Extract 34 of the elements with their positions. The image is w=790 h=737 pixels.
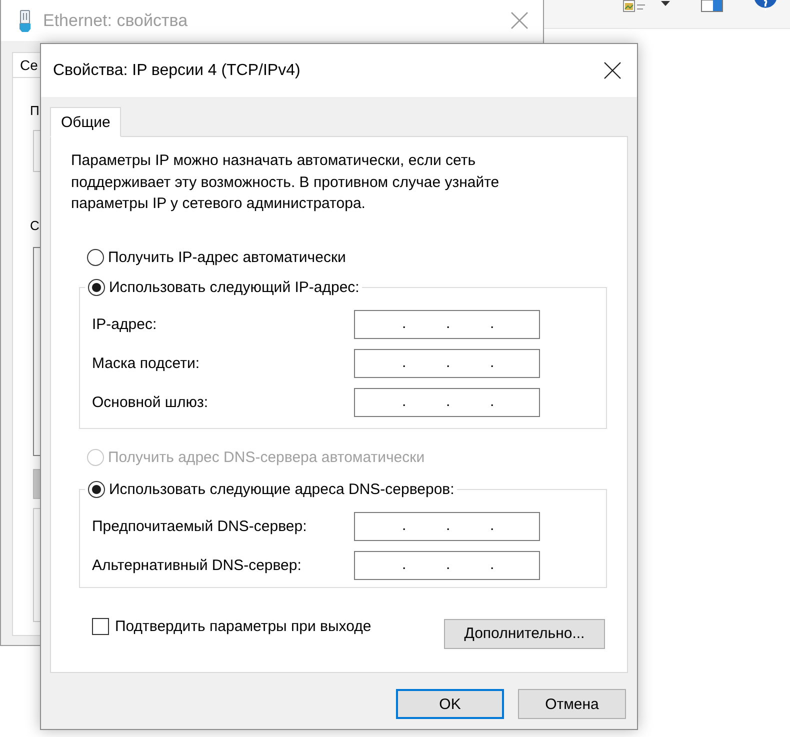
field-label: Альтернативный DNS-сервер:	[92, 556, 302, 574]
tab[interactable]: Общие	[50, 107, 122, 137]
close-button[interactable]	[604, 62, 621, 79]
window-title: Ethernet: свойства	[43, 10, 188, 30]
ip-address-field[interactable]: . . .	[354, 388, 540, 416]
picture-list-icon[interactable]	[623, 0, 645, 13]
tab[interactable]: Се	[12, 52, 40, 77]
field-label: Основной шлюз:	[92, 394, 210, 410]
dialog-button[interactable]: OK	[396, 689, 504, 719]
ip-address-field[interactable]: . . .	[354, 348, 540, 378]
close-icon	[604, 62, 621, 79]
close-icon	[511, 12, 528, 29]
panel-icon[interactable]	[701, 0, 723, 12]
section-label: С	[30, 218, 40, 234]
radio-button[interactable]: Получить IP-адрес автоматически	[87, 248, 607, 268]
field-label: Маска подсети:	[92, 354, 201, 372]
help-icon[interactable]	[754, 0, 777, 13]
ip-address-field[interactable]: . . .	[354, 310, 540, 338]
dialog-button[interactable]: Отмена	[518, 689, 626, 719]
advanced-button[interactable]: Дополнительно...	[444, 618, 605, 648]
text-box	[33, 130, 40, 172]
description-text: Параметры IP можно назначать автоматически, если сеть поддерживает эту возможность. В противном случае узнайте параметры IP у сетевого администратора.	[71, 151, 500, 214]
field-label: IP-адрес:	[92, 316, 158, 332]
ip-address-field[interactable]: . . .	[354, 512, 540, 540]
ip-address-field[interactable]: . . .	[354, 550, 540, 580]
window-title: Свойства: IP версии 4 (TCP/IPv4)	[53, 62, 300, 80]
section-label: П	[30, 103, 40, 119]
radio-button[interactable]: Использовать следующий IP-адрес:	[88, 278, 360, 298]
radio-button[interactable]: Использовать следующие адреса DNS-серверов:	[88, 480, 454, 500]
caret-icon[interactable]	[661, 1, 670, 6]
field-label: Предпочитаемый DNS-сервер:	[92, 518, 308, 534]
list-box[interactable]	[33, 247, 40, 456]
checkbox[interactable]: Подтвердить параметры при выходе	[92, 618, 372, 635]
connector-icon	[19, 10, 31, 32]
